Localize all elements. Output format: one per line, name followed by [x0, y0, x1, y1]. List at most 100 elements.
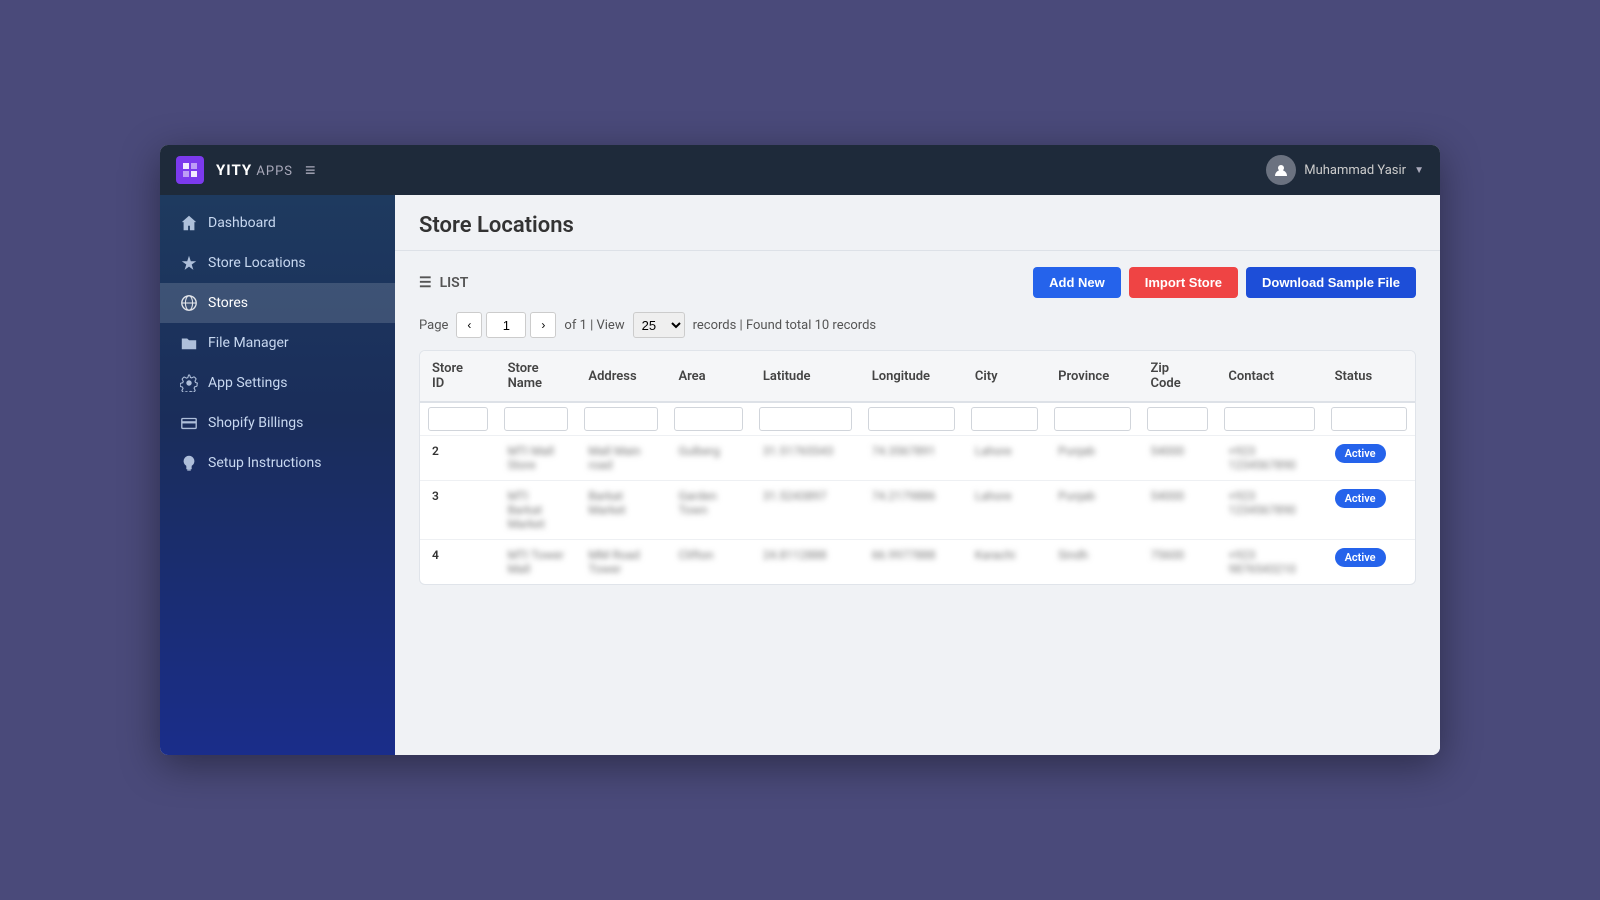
cell-latitude: 31.51765543: [751, 436, 860, 481]
col-longitude: Longitude: [860, 351, 963, 402]
next-page-button[interactable]: ›: [530, 312, 556, 338]
cell-city: Lahore: [963, 436, 1046, 481]
list-header: ☰ LIST Add New Import Store Download Sam…: [419, 267, 1416, 298]
filter-area[interactable]: [674, 407, 742, 431]
sidebar-item-stores[interactable]: Stores: [160, 283, 395, 323]
col-city: City: [963, 351, 1046, 402]
table-row: 2 MTI Mall Store Mall Main road Gulberg …: [420, 436, 1415, 481]
page-nav: ‹ ›: [456, 312, 556, 338]
total-pages-label: of 1 | View: [564, 318, 624, 333]
action-buttons: Add New Import Store Download Sample Fil…: [1033, 267, 1416, 298]
sidebar: Dashboard Store Locations Stores: [160, 195, 395, 755]
filter-row: [420, 402, 1415, 436]
cell-store-name: MTI Mall Store: [496, 436, 577, 481]
cell-id: 4: [420, 540, 496, 585]
filter-store-id[interactable]: [428, 407, 488, 431]
filter-store-name[interactable]: [504, 407, 569, 431]
page-label: Page: [419, 318, 448, 333]
cell-province: Punjab: [1046, 481, 1138, 540]
hamburger-icon[interactable]: ≡: [305, 160, 316, 181]
cell-id: 2: [420, 436, 496, 481]
cell-id: 3: [420, 481, 496, 540]
folder-icon: [180, 334, 198, 352]
view-count-select[interactable]: 10 25 50 100: [633, 312, 685, 338]
cell-latitude: 31.5243897: [751, 481, 860, 540]
store-table-wrapper: StoreID StoreName Address Area Latitude …: [419, 350, 1416, 585]
sidebar-item-app-settings[interactable]: App Settings: [160, 363, 395, 403]
col-status: Status: [1323, 351, 1415, 402]
cell-address: Barkat Market: [576, 481, 666, 540]
cell-address: Mall Main road: [576, 436, 666, 481]
col-province: Province: [1046, 351, 1138, 402]
star-icon: [180, 254, 198, 272]
avatar: [1266, 155, 1296, 185]
table-row: 4 MTI Tower Mall MM Road Tower Clifton 2…: [420, 540, 1415, 585]
sidebar-label-store-locations: Store Locations: [208, 255, 306, 271]
cell-latitude: 24.8112888: [751, 540, 860, 585]
filter-contact[interactable]: [1224, 407, 1314, 431]
prev-page-button[interactable]: ‹: [456, 312, 482, 338]
cell-zip: 75600: [1139, 540, 1217, 585]
content-area: Store Locations ☰ LIST Add New Import St…: [395, 195, 1440, 755]
cell-city: Lahore: [963, 481, 1046, 540]
cell-contact: +923 9876543210: [1216, 540, 1322, 585]
import-store-button[interactable]: Import Store: [1129, 267, 1238, 298]
cell-area: Clifton: [666, 540, 750, 585]
list-label: ☰ LIST: [419, 275, 468, 291]
filter-city[interactable]: [971, 407, 1038, 431]
table-row: 3 MTI Barkat Market Barkat Market Garden…: [420, 481, 1415, 540]
status-badge: Active: [1335, 489, 1386, 508]
col-zip-code: ZipCode: [1139, 351, 1217, 402]
cell-status: Active: [1323, 540, 1415, 585]
chevron-down-icon[interactable]: ▼: [1414, 165, 1424, 176]
globe-icon: [180, 294, 198, 312]
topbar: YITY APPS ≡ Muhammad Yasir ▼: [160, 145, 1440, 195]
cell-city: Karachi: [963, 540, 1046, 585]
cell-area: Garden Town: [666, 481, 750, 540]
user-name: Muhammad Yasir: [1304, 163, 1406, 178]
col-latitude: Latitude: [751, 351, 860, 402]
filter-longitude[interactable]: [868, 407, 955, 431]
cell-zip: 54000: [1139, 436, 1217, 481]
col-address: Address: [576, 351, 666, 402]
cell-zip: 54000: [1139, 481, 1217, 540]
cell-store-name: MTI Tower Mall: [496, 540, 577, 585]
cell-status: Active: [1323, 481, 1415, 540]
status-badge: Active: [1335, 444, 1386, 463]
sidebar-label-app-settings: App Settings: [208, 375, 287, 391]
cell-longitude: 66.9977888: [860, 540, 963, 585]
house-icon: [180, 214, 198, 232]
cell-store-name: MTI Barkat Market: [496, 481, 577, 540]
records-info: records | Found total 10 records: [693, 318, 877, 333]
sidebar-label-file-manager: File Manager: [208, 335, 289, 351]
store-table: StoreID StoreName Address Area Latitude …: [420, 351, 1415, 584]
cell-contact: +923 1234567890: [1216, 481, 1322, 540]
card-icon: [180, 414, 198, 432]
filter-zip[interactable]: [1147, 407, 1209, 431]
add-new-button[interactable]: Add New: [1033, 267, 1121, 298]
app-title: YITY APPS: [216, 161, 293, 179]
sidebar-item-store-locations[interactable]: Store Locations: [160, 243, 395, 283]
sidebar-item-setup-instructions[interactable]: Setup Instructions: [160, 443, 395, 483]
filter-province[interactable]: [1054, 407, 1130, 431]
status-badge: Active: [1335, 548, 1386, 567]
cell-longitude: 74.2179886: [860, 481, 963, 540]
sidebar-item-dashboard[interactable]: Dashboard: [160, 203, 395, 243]
pagination-bar: Page ‹ › of 1 | View 10 25 50 100 record…: [419, 312, 1416, 338]
list-icon: ☰: [419, 275, 432, 291]
filter-latitude[interactable]: [759, 407, 852, 431]
filter-status[interactable]: [1331, 407, 1407, 431]
page-header: Store Locations: [395, 195, 1440, 251]
cell-area: Gulberg: [666, 436, 750, 481]
col-store-name: StoreName: [496, 351, 577, 402]
sidebar-label-shopify-billings: Shopify Billings: [208, 415, 303, 431]
download-sample-button[interactable]: Download Sample File: [1246, 267, 1416, 298]
sidebar-item-file-manager[interactable]: File Manager: [160, 323, 395, 363]
cell-contact: +923 1234567890: [1216, 436, 1322, 481]
page-title: Store Locations: [419, 213, 1416, 238]
cell-address: MM Road Tower: [576, 540, 666, 585]
filter-address[interactable]: [584, 407, 658, 431]
col-store-id: StoreID: [420, 351, 496, 402]
page-number-input[interactable]: [486, 312, 526, 338]
sidebar-item-shopify-billings[interactable]: Shopify Billings: [160, 403, 395, 443]
